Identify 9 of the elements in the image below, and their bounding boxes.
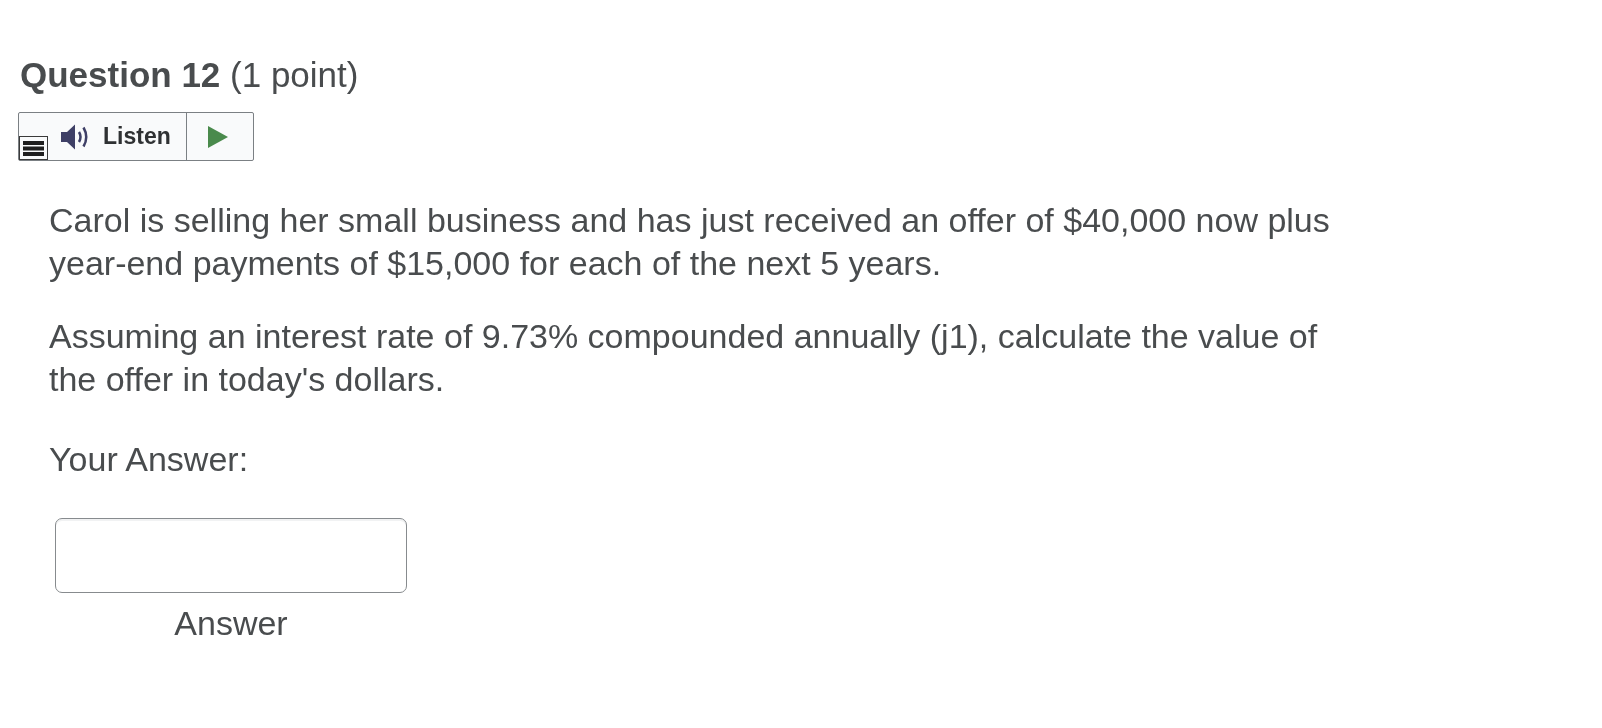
question-text: Carol is selling her small business and has just received an offer of $40,000 now plus year-end payments of $15,000 for each of the next 5 years. [49,200,1331,284]
menu-icon[interactable] [19,136,48,160]
play-icon [208,125,229,148]
question-text: Assuming an interest rate of 9.73% compounded annually (j1), calculate the value of the offer in today's dollars. [49,316,1319,400]
listen-button[interactable]: Listen [48,113,186,160]
answer-field[interactable] [55,518,407,593]
question-title: Question 12 (1 point) [20,54,359,96]
answer-label: Answer [174,603,288,644]
answer-prompt: Your Answer: [49,439,249,480]
